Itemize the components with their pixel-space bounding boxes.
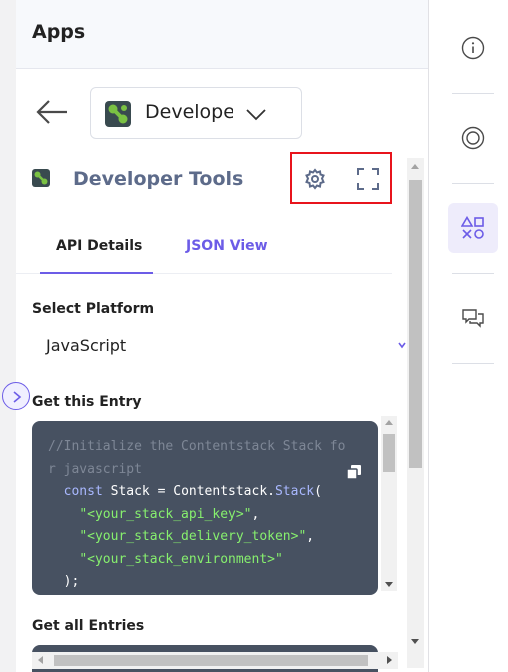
copy-icon — [346, 465, 361, 480]
code-scrollbar[interactable] — [381, 416, 397, 591]
panel-scroll-thumb[interactable] — [409, 180, 422, 468]
arrow-left-icon — [36, 100, 67, 124]
rail-separator — [452, 183, 494, 184]
code-text: //Initialize the Contentstack Stack fo r… — [48, 439, 346, 589]
rail-separator — [452, 273, 494, 274]
developer-tools-app-icon — [105, 101, 131, 127]
chat-bubbles-icon — [462, 309, 484, 328]
copy-code-button[interactable] — [346, 464, 362, 480]
horizontal-scroll-thumb[interactable] — [54, 655, 368, 666]
panel-title: Apps — [32, 21, 86, 43]
scroll-down-arrow[interactable] — [385, 582, 393, 587]
platform-select[interactable]: JavaScript — [46, 336, 126, 355]
scroll-up-arrow[interactable] — [411, 164, 419, 169]
rail-separator — [452, 93, 494, 94]
scroll-left-arrow[interactable] — [38, 656, 43, 664]
info-button[interactable] — [448, 23, 498, 73]
chevron-down-icon[interactable] — [398, 340, 406, 350]
active-tab-indicator — [40, 272, 153, 274]
info-icon — [461, 36, 485, 60]
get-all-entries-label: Get all Entries — [32, 618, 145, 634]
scroll-down-arrow[interactable] — [411, 639, 419, 644]
tab-json-view[interactable]: JSON View — [186, 238, 268, 254]
get-entry-label: Get this Entry — [32, 394, 142, 410]
discussions-button[interactable] — [448, 293, 498, 343]
right-icon-rail — [429, 0, 508, 672]
app-selector-label: Develope — [145, 101, 233, 123]
developer-tools-icon — [32, 169, 50, 187]
tab-api-details[interactable]: API Details — [56, 238, 142, 254]
select-platform-label: Select Platform — [32, 301, 155, 317]
apps-panel: Apps Develope Developer Tools API Detail… — [16, 0, 429, 672]
tool-title: Developer Tools — [73, 168, 244, 190]
code-scroll-thumb[interactable] — [383, 434, 395, 472]
scroll-right-arrow[interactable] — [387, 656, 392, 664]
horizontal-scrollbar[interactable] — [32, 652, 398, 669]
back-button[interactable] — [34, 94, 70, 130]
code-snippet-get-entry: //Initialize the Contentstack Stack fo r… — [32, 421, 378, 595]
panel-scrollbar[interactable] — [407, 158, 424, 668]
apps-button[interactable] — [448, 203, 498, 253]
app-selector-dropdown[interactable]: Develope — [90, 87, 302, 139]
shapes-icon — [461, 216, 484, 239]
circle-ring-icon — [461, 126, 485, 150]
chevron-down-icon — [246, 109, 266, 121]
panel-header: Apps — [16, 0, 428, 69]
chevron-right-icon — [13, 391, 22, 403]
settings-button[interactable] — [304, 168, 326, 190]
collapse-panel-button[interactable] — [2, 382, 30, 410]
activity-button[interactable] — [448, 113, 498, 163]
fullscreen-button[interactable] — [357, 168, 379, 190]
scroll-up-arrow[interactable] — [385, 420, 393, 425]
fullscreen-icon — [357, 168, 379, 190]
left-edge-strip — [0, 0, 16, 672]
rail-separator — [452, 363, 494, 364]
gear-icon — [305, 168, 325, 190]
